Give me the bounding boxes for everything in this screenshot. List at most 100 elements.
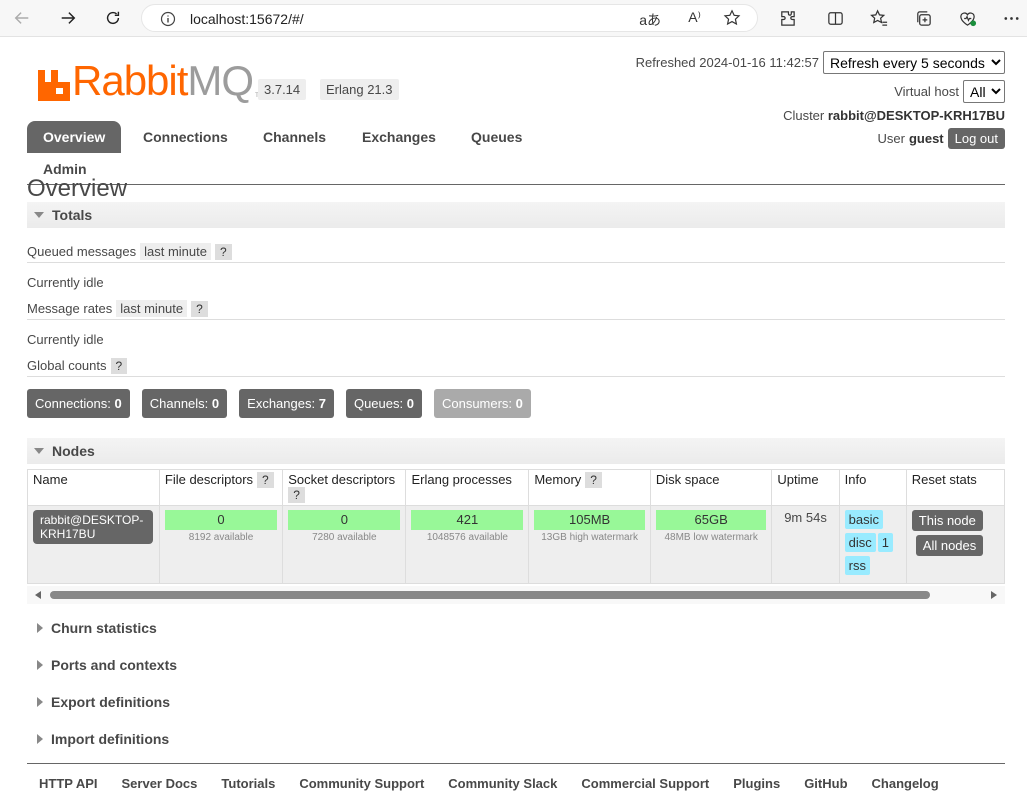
collapse-triangle-icon	[34, 448, 44, 454]
import-definitions-section[interactable]: Import definitions	[27, 731, 169, 747]
collections-icon[interactable]	[912, 7, 934, 29]
queued-range-select[interactable]: last minute	[140, 243, 211, 260]
sd-gauge: 0	[288, 510, 401, 530]
text-size-icon[interactable]: A⁾	[688, 9, 701, 26]
rates-idle-text: Currently idle	[27, 332, 104, 347]
expand-triangle-icon	[37, 734, 43, 744]
node-name-link[interactable]: rabbit@DESKTOP-KRH17BU	[33, 510, 153, 544]
footer-link-community-support[interactable]: Community Support	[299, 776, 424, 791]
global-help-button[interactable]: ?	[110, 357, 128, 374]
rabbitmq-logo-mark	[38, 68, 70, 101]
footer-links: HTTP API Server Docs Tutorials Community…	[27, 763, 1005, 796]
footer-link-community-slack[interactable]: Community Slack	[448, 776, 557, 791]
tab-channels[interactable]: Channels	[247, 121, 342, 153]
col-file-descriptors: File descriptors?	[158, 469, 284, 506]
queued-help-button[interactable]: ?	[215, 243, 232, 260]
footer-link-http-api[interactable]: HTTP API	[39, 776, 98, 791]
memory-help-button[interactable]: ?	[585, 472, 602, 488]
address-bar[interactable]: localhost:15672/#/ aあ A⁾	[141, 4, 758, 32]
refresh-interval-select[interactable]: Refresh every 5 seconds	[823, 51, 1005, 74]
footer-link-commercial-support[interactable]: Commercial Support	[581, 776, 709, 791]
tab-exchanges[interactable]: Exchanges	[346, 121, 452, 153]
info-tag-disc-count[interactable]: 1	[877, 533, 893, 552]
split-screen-icon[interactable]	[824, 7, 846, 29]
expand-triangle-icon	[37, 623, 43, 633]
table-row: rabbit@DESKTOP-KRH17BU 0 8192 available 0…	[27, 505, 1005, 584]
info-tag-disc[interactable]: disc	[844, 533, 876, 552]
sd-help-button[interactable]: ?	[288, 487, 305, 503]
page-title: Overview	[27, 175, 128, 196]
fd-available: 8192 available	[188, 532, 254, 543]
churn-statistics-section[interactable]: Churn statistics	[27, 620, 157, 636]
info-tag-rss[interactable]: rss	[844, 556, 870, 575]
vhost-select[interactable]: All	[963, 80, 1005, 103]
rates-help-button[interactable]: ?	[191, 300, 208, 317]
footer-link-plugins[interactable]: Plugins	[733, 776, 780, 791]
fd-gauge: 0	[164, 510, 278, 530]
col-name: Name	[27, 469, 160, 506]
export-definitions-section[interactable]: Export definitions	[27, 694, 170, 710]
queues-count[interactable]: Queues: 0	[345, 389, 422, 418]
url-text[interactable]: localhost:15672/#/	[190, 11, 304, 27]
node-name-cell: rabbit@DESKTOP-KRH17BU	[27, 505, 160, 584]
nodes-heading: Nodes	[52, 443, 95, 459]
browser-essentials-icon[interactable]	[956, 7, 978, 29]
nodes-table: Name File descriptors? Socket descriptor…	[27, 469, 1005, 584]
rabbitmq-logo[interactable]: RabbitMQ TM	[38, 57, 264, 104]
totals-section-header[interactable]: Totals	[27, 202, 1005, 228]
exchanges-count[interactable]: Exchanges: 7	[239, 389, 334, 418]
export-definitions-heading: Export definitions	[51, 694, 170, 710]
message-rates-row: Message rates last minute ?	[27, 298, 1005, 320]
disk-cell: 65GB 48MB low watermark	[649, 505, 773, 584]
more-menu-icon[interactable]	[1000, 7, 1022, 29]
nodes-section-header[interactable]: Nodes	[27, 438, 1005, 464]
fd-help-button[interactable]: ?	[257, 472, 274, 488]
site-info-icon[interactable]	[160, 11, 176, 30]
footer-link-github[interactable]: GitHub	[804, 776, 847, 791]
churn-statistics-heading: Churn statistics	[51, 620, 157, 636]
ep-gauge: 421	[411, 510, 524, 530]
reload-button[interactable]	[100, 6, 126, 30]
logo-wordmark: RabbitMQ	[72, 57, 254, 104]
footer-link-server-docs[interactable]: Server Docs	[122, 776, 198, 791]
back-button[interactable]	[9, 6, 35, 30]
reset-all-nodes-button[interactable]: All nodes	[915, 535, 984, 556]
connections-count[interactable]: Connections: 0	[27, 389, 130, 418]
expand-triangle-icon	[37, 660, 43, 670]
fd-cell: 0 8192 available	[158, 505, 284, 584]
global-counts-label: Global counts	[27, 358, 107, 373]
vhost-row: Virtual host All	[894, 80, 1005, 103]
consumers-count[interactable]: Consumers: 0	[433, 389, 531, 418]
reset-cell: This node All nodes	[905, 505, 1005, 584]
extensions-icon[interactable]	[776, 7, 798, 29]
ports-contexts-section[interactable]: Ports and contexts	[27, 657, 177, 673]
global-counts-row: Global counts ?	[27, 355, 1005, 377]
tab-connections[interactable]: Connections	[127, 121, 244, 153]
expand-triangle-icon	[37, 697, 43, 707]
footer-link-changelog[interactable]: Changelog	[872, 776, 939, 791]
erlang-version-badge: Erlang 21.3	[320, 79, 399, 100]
favorite-star-icon[interactable]	[723, 9, 741, 30]
horizontal-scrollbar[interactable]	[27, 586, 1005, 604]
reset-this-node-button[interactable]: This node	[911, 510, 983, 531]
col-uptime: Uptime	[771, 469, 840, 506]
forward-button[interactable]	[55, 6, 81, 30]
rates-range-select[interactable]: last minute	[116, 300, 188, 317]
col-info: Info	[838, 469, 907, 506]
read-aloud-icon[interactable]: aあ	[639, 10, 661, 30]
scrollbar-thumb[interactable]	[50, 591, 930, 599]
col-memory: Memory?	[528, 469, 651, 506]
refreshed-timestamp: Refreshed 2024-01-16 11:42:57	[635, 55, 819, 70]
rabbitmq-page: RabbitMQ TM 3.7.14 Erlang 21.3 Refreshed…	[0, 37, 1027, 796]
scroll-right-arrow-icon[interactable]	[991, 591, 997, 599]
tab-queues[interactable]: Queues	[455, 121, 538, 153]
info-tag-basic[interactable]: basic	[844, 510, 883, 529]
tab-overview[interactable]: Overview	[27, 121, 122, 153]
footer-link-tutorials[interactable]: Tutorials	[221, 776, 275, 791]
channels-count[interactable]: Channels: 0	[141, 389, 228, 418]
main-nav-tabs: Overview Connections Channels Exchanges …	[27, 121, 1005, 185]
scroll-left-arrow-icon[interactable]	[35, 591, 41, 599]
col-socket-descriptors: Socket descriptors ?	[282, 469, 407, 506]
favorites-icon[interactable]	[868, 7, 890, 29]
disk-watermark: 48MB low watermark	[664, 532, 758, 543]
